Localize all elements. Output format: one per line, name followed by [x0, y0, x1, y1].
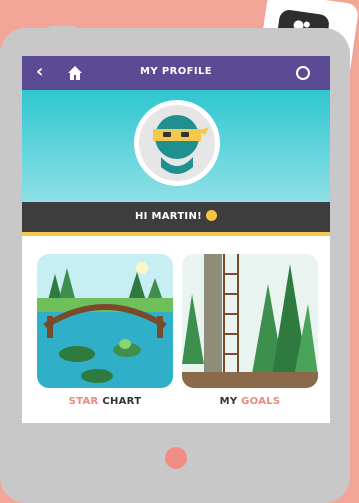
tablet-home-button[interactable] [165, 447, 187, 469]
my-goals-label-part2: GOALS [237, 396, 281, 407]
star-chart-label-part2: CHART [98, 396, 142, 407]
header-bar: ‹ MY PROFILE [22, 56, 330, 90]
star-chart-label-part1: STAR [68, 396, 99, 407]
tablet-frame: ‹ MY PROFILE HI MARTIN! STAR CHART MY GO… [0, 26, 350, 503]
greeting-text: HI MARTIN! [22, 210, 330, 222]
my-goals-label-part1: MY [219, 396, 238, 407]
ninja-avatar-icon [139, 105, 215, 181]
my-goals-label[interactable]: MY GOALS [182, 396, 318, 407]
divider-strip [22, 232, 330, 236]
star-chart-label[interactable]: STAR CHART [37, 396, 173, 407]
app-screen: ‹ MY PROFILE HI MARTIN! STAR CHART MY GO… [22, 56, 330, 423]
menu-icon[interactable] [294, 65, 312, 81]
greeting-label: HI MARTIN! [135, 211, 202, 222]
star-chart-card[interactable] [37, 254, 173, 388]
my-goals-card[interactable] [182, 254, 318, 388]
smiley-icon [205, 210, 217, 221]
profile-banner [22, 90, 330, 202]
greeting-bar: HI MARTIN! [22, 202, 330, 232]
page-title: MY PROFILE [140, 66, 212, 77]
tablet-top-tab [48, 26, 76, 32]
avatar[interactable] [134, 100, 220, 186]
